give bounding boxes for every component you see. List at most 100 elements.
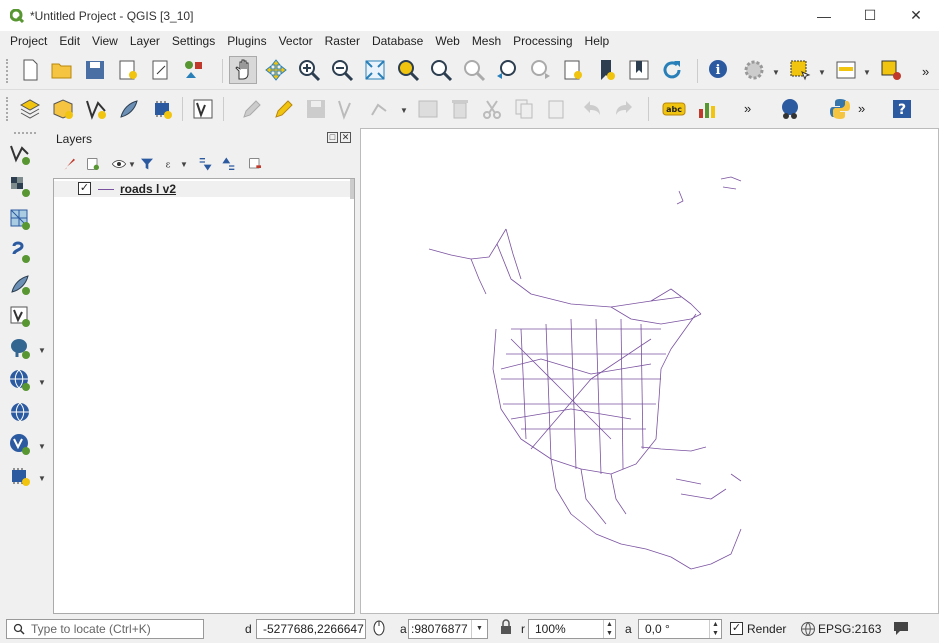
maximize-button[interactable]: ☐ [847,0,893,31]
delete-selected-button[interactable] [446,95,474,123]
new-temporary-layer-button[interactable] [6,462,34,490]
vertex-tool-button[interactable] [366,95,394,123]
save-layer-edits-button[interactable] [302,95,330,123]
select-features-button[interactable] [786,56,814,84]
magnifier-spinbox[interactable]: 100% ▲ ▼ [528,619,616,639]
add-mesh-layer-button[interactable] [6,205,34,233]
zoom-to-selection-button[interactable] [394,56,422,84]
action-dropdown-icon[interactable]: ▼ [772,68,780,77]
crs-globe-icon[interactable] [800,621,816,637]
menu-processing[interactable]: Processing [507,34,578,48]
toolbar-overflow-button-3[interactable]: » [858,101,865,116]
current-edits-disabled-button[interactable] [238,95,266,123]
manage-map-themes-button[interactable] [108,153,130,175]
map-themes-dropdown-icon[interactable]: ▼ [128,160,136,169]
locator-search-input[interactable]: Type to locate (Ctrl+K) [6,619,204,639]
help-contents-button[interactable]: ? [888,95,916,123]
panel-float-button[interactable]: □ [327,132,338,143]
digitize-button[interactable] [115,95,143,123]
diagram-options-button[interactable] [694,95,722,123]
crs-label[interactable]: EPSG:2163 [818,622,881,636]
deselect-all-button[interactable] [877,56,905,84]
redo-button[interactable] [610,95,638,123]
menu-database[interactable]: Database [366,34,429,48]
data-source-manager-button[interactable] [16,95,44,123]
lock-scale-button[interactable] [495,616,517,638]
add-group-button[interactable] [82,153,104,175]
new-virtual-layer-button[interactable] [148,95,176,123]
toggle-extents-button[interactable] [368,616,390,638]
new-print-layout-button[interactable] [114,56,142,84]
label-toolbar-button[interactable]: abc [660,95,688,123]
cut-features-button[interactable] [478,95,506,123]
add-wcs-layer-button[interactable] [6,398,34,426]
add-postgis-layer-button[interactable] [6,334,34,362]
modify-attributes-button[interactable] [414,95,442,123]
panel-close-button[interactable]: ✕ [340,132,351,143]
map-canvas[interactable] [360,128,939,614]
close-button[interactable]: ✕ [893,0,939,31]
menu-help[interactable]: Help [579,34,616,48]
new-bookmark-button[interactable] [592,56,620,84]
zoom-full-button[interactable] [361,56,389,84]
copy-features-button[interactable] [510,95,538,123]
rotation-spinbox[interactable]: 0,0 ° ▲ ▼ [638,619,722,639]
menu-raster[interactable]: Raster [319,34,366,48]
zoom-last-button[interactable] [493,56,521,84]
wms-dropdown-icon[interactable]: ▼ [38,378,46,387]
expand-all-button[interactable] [194,153,216,175]
toolbar-grip[interactable] [6,59,10,83]
menu-vector[interactable]: Vector [273,34,319,48]
minimize-button[interactable]: — [801,0,847,31]
new-shapefile-layer-button[interactable] [82,95,110,123]
zoom-out-button[interactable] [328,56,356,84]
zoom-in-button[interactable] [295,56,323,84]
layout-manager-button[interactable] [147,56,175,84]
toolbar-grip[interactable] [14,132,36,135]
new-map-view-button[interactable] [559,56,587,84]
toolbar-overflow-button-2[interactable]: » [744,101,751,116]
collapse-all-button[interactable] [218,153,240,175]
render-checkbox[interactable]: ✓ [730,622,743,635]
new-project-button[interactable] [16,56,44,84]
menu-edit[interactable]: Edit [53,34,86,48]
menu-mesh[interactable]: Mesh [466,34,507,48]
zoom-native-button[interactable] [460,56,488,84]
menu-layer[interactable]: Layer [124,34,166,48]
layer-visibility-checkbox[interactable]: ✓ [78,182,91,195]
action-button[interactable] [740,56,768,84]
pan-to-selection-button[interactable] [262,56,290,84]
metasearch-button[interactable] [776,95,804,123]
add-wms-layer-button[interactable] [6,366,34,394]
toolbar-grip[interactable] [6,97,10,121]
remove-layer-button[interactable] [244,153,266,175]
select-dropdown-icon[interactable]: ▼ [818,68,826,77]
rotation-spin-icon[interactable]: ▲ ▼ [709,620,721,638]
postgis-dropdown-icon[interactable]: ▼ [38,346,46,355]
add-virtual-layer-button[interactable] [6,302,34,330]
identify-features-button[interactable]: i [705,56,733,84]
layer-tree-item[interactable]: ✓ roads l v2 [54,181,352,197]
refresh-button[interactable] [658,56,686,84]
save-project-button[interactable] [81,56,109,84]
style-manager-button[interactable] [180,56,208,84]
toggle-editing-button[interactable] [270,95,298,123]
filter-legend-button[interactable] [136,153,158,175]
menu-project[interactable]: Project [4,34,53,48]
select-by-attribute-button[interactable] [832,56,860,84]
python-console-button[interactable] [826,95,854,123]
scale-dropdown-icon[interactable]: ▼ [471,620,487,638]
zoom-next-button[interactable] [526,56,554,84]
coordinate-field[interactable]: -5277686,2266647 [256,619,366,639]
add-wfs-layer-button[interactable] [6,430,34,458]
menu-view[interactable]: View [86,34,124,48]
open-project-button[interactable] [48,56,76,84]
add-delimited-text-button[interactable] [6,238,34,266]
undo-button[interactable] [578,95,606,123]
zoom-to-layer-button[interactable] [427,56,455,84]
current-edits-button[interactable] [189,95,217,123]
scale-combobox[interactable]: :98076877 ▼ [408,619,488,639]
menu-plugins[interactable]: Plugins [221,34,272,48]
menu-web[interactable]: Web [429,34,465,48]
wfs-dropdown-icon[interactable]: ▼ [38,442,46,451]
